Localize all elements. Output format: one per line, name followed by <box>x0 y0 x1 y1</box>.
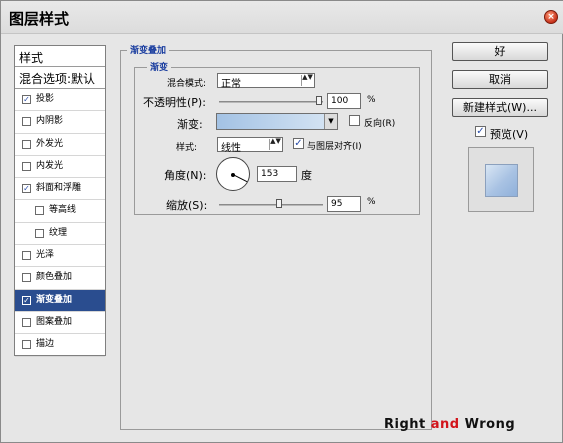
align-checkbox[interactable]: ✓ <box>293 138 304 149</box>
watermark-part2: and <box>430 417 460 432</box>
sidebar-item-label: 内阴影 <box>36 116 64 127</box>
style-label: 样式: <box>176 143 198 153</box>
opacity-label: 不透明性(P): <box>143 96 206 109</box>
sidebar-item-label: 描边 <box>36 339 55 350</box>
sidebar-item-label: 投影 <box>36 94 55 104</box>
sidebar-item-checkbox[interactable] <box>35 206 44 216</box>
blend-mode-select[interactable]: 正常 ▲▼ <box>217 73 315 90</box>
sidebar-item-checkbox[interactable] <box>22 161 31 171</box>
align-label: 与图层对齐(I) <box>307 142 362 152</box>
style-dropdown-arrows-icon: ▲▼ <box>269 138 281 150</box>
sidebar-item[interactable]: 颜色叠加 <box>15 267 105 290</box>
sidebar-item-checkbox[interactable]: ✓ <box>22 295 31 305</box>
sidebar-item[interactable]: 内阴影 <box>15 111 105 134</box>
sidebar-item[interactable]: 描边 <box>15 334 105 357</box>
sidebar-item-label: 等高线 <box>49 205 77 216</box>
sidebar-item-checkbox[interactable] <box>22 251 31 261</box>
style-select[interactable]: 线性 ▲▼ <box>217 137 283 154</box>
sidebar-item[interactable]: 等高线 <box>15 200 105 223</box>
angle-input[interactable]: 153 <box>257 166 297 182</box>
preview-checkbox[interactable]: ✓ <box>475 126 486 137</box>
sidebar-item-checkbox[interactable] <box>22 273 31 283</box>
watermark-part1: Right <box>384 417 431 432</box>
preview-box <box>468 147 534 212</box>
sidebar-item-label: 图案叠加 <box>36 316 73 327</box>
sidebar-item[interactable]: ✓ 投影 <box>15 89 105 112</box>
new-style-button[interactable]: 新建样式(W)... <box>452 98 548 117</box>
sidebar-item-label: 纹理 <box>49 227 68 238</box>
sidebar-item-label: 斜面和浮雕 <box>36 183 82 194</box>
sidebar-item-label: 渐变叠加 <box>36 294 73 305</box>
angle-dial-center <box>231 173 235 177</box>
scale-unit: % <box>367 197 376 207</box>
sidebar-item-checkbox[interactable] <box>22 340 31 350</box>
sidebar-item-checkbox[interactable]: ✓ <box>22 95 31 104</box>
sidebar-item-label: 颜色叠加 <box>36 272 73 283</box>
group-title: 渐变叠加 <box>127 43 170 56</box>
reverse-label: 反向(R) <box>364 119 396 129</box>
angle-unit: 度 <box>301 169 312 182</box>
sidebar-item[interactable]: 外发光 <box>15 134 105 156</box>
watermark-part3: Wrong <box>459 417 516 432</box>
sidebar-item[interactable]: 图案叠加 <box>15 312 105 335</box>
layer-style-dialog: 图层样式 × 样式 混合选项:默认 ✓ 投影内阴影外发光内发光 ✓ 斜面和浮雕等高线纹… <box>0 0 563 443</box>
reverse-checkbox[interactable] <box>349 115 360 126</box>
sidebar-item-label: 光泽 <box>36 250 55 261</box>
blend-mode-value: 正常 <box>221 79 241 90</box>
sidebar-item-checkbox[interactable] <box>22 117 31 127</box>
ok-button[interactable]: 好 <box>452 42 548 61</box>
preview-swatch <box>485 164 518 197</box>
opacity-input[interactable]: 100 <box>327 93 361 109</box>
sidebar-item[interactable]: ✓ 渐变叠加 <box>15 289 105 312</box>
sidebar-item-checkbox[interactable]: ✓ <box>22 184 31 194</box>
close-icon[interactable]: × <box>544 10 558 24</box>
scale-slider-thumb[interactable] <box>276 199 282 208</box>
sidebar-item-label: 外发光 <box>36 138 64 149</box>
sidebar-item-checkbox[interactable] <box>35 228 44 238</box>
blend-mode-label: 混合模式: <box>167 79 207 89</box>
gradient-swatch[interactable] <box>216 113 338 130</box>
angle-dial[interactable] <box>216 157 250 191</box>
preview-label: 预览(V) <box>490 128 529 141</box>
scale-input[interactable]: 95 <box>327 196 361 212</box>
opacity-slider-track[interactable] <box>219 101 323 103</box>
sidebar-item[interactable]: 纹理 <box>15 223 105 246</box>
title-bar: 图层样式 × <box>1 1 563 34</box>
blend-options-item[interactable]: 混合选项:默认 <box>15 67 105 89</box>
subgroup-title: 渐变 <box>147 60 172 73</box>
sidebar-item[interactable]: 光泽 <box>15 245 105 268</box>
styles-list: 样式 混合选项:默认 ✓ 投影内阴影外发光内发光 ✓ 斜面和浮雕等高线纹理光泽颜色叠加… <box>14 45 106 357</box>
opacity-slider-thumb[interactable] <box>316 96 322 105</box>
scale-slider-track[interactable] <box>219 204 323 206</box>
style-value: 线性 <box>221 143 241 154</box>
sidebar-item-checkbox[interactable] <box>22 317 31 327</box>
angle-label: 角度(N): <box>164 169 207 182</box>
styles-header[interactable]: 样式 <box>15 46 105 67</box>
watermark-text: Right and Wrong <box>384 417 515 432</box>
gradient-label: 渐变: <box>177 118 203 131</box>
scale-label: 缩放(S): <box>166 199 208 212</box>
sidebar-item[interactable]: ✓ 斜面和浮雕 <box>15 178 105 201</box>
opacity-unit: % <box>367 95 376 105</box>
sidebar-item-checkbox[interactable] <box>22 139 31 149</box>
sidebar-item[interactable]: 内发光 <box>15 156 105 179</box>
cancel-button[interactable]: 取消 <box>452 70 548 89</box>
window-title: 图层样式 <box>9 10 70 28</box>
gradient-dropdown-icon[interactable]: ▼ <box>324 114 337 129</box>
sidebar-item-label: 内发光 <box>36 160 64 171</box>
dropdown-arrows-icon: ▲▼ <box>301 74 313 86</box>
